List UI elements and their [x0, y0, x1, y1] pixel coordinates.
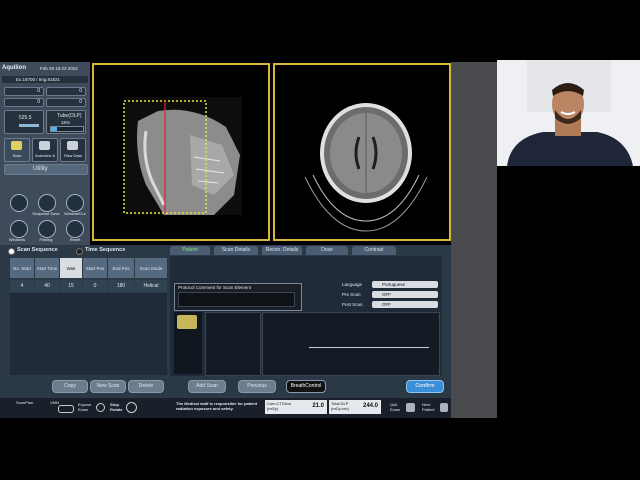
stop-icon	[126, 402, 137, 413]
cell-end-pos[interactable]: 180	[108, 280, 134, 292]
status-bar: ScanPlan VMN Expose Exam Stop Rotate The…	[0, 398, 451, 418]
counter-d[interactable]: 0	[46, 98, 86, 107]
left-control-panel: Aquilion Feb 29 15:23 2022 Ex.18700 / Im…	[0, 62, 90, 246]
sequence-table-body	[10, 293, 167, 375]
utility-button[interactable]: Utility	[4, 164, 88, 175]
responsibility-notice: The Medical staff is responsible for pat…	[176, 401, 258, 411]
pre-scan-dropdown[interactable]: OFF	[372, 291, 438, 298]
axial-viewport[interactable]	[273, 63, 451, 241]
copy-button[interactable]: Copy	[52, 380, 88, 393]
post-scan-dropdown[interactable]: OFF	[372, 301, 438, 308]
scan-icon	[11, 141, 22, 150]
kv-box: 525.5	[4, 110, 44, 134]
person-icon	[440, 403, 448, 412]
dlp-box: Total DLP (mGy·cm) 244.0	[329, 400, 381, 414]
counter-b[interactable]: 0	[46, 87, 86, 96]
reset-icon[interactable]	[66, 220, 84, 238]
tube-box: Tube(OLP) 18%	[46, 110, 86, 134]
cell-scan-mode[interactable]: Helical	[135, 280, 167, 292]
thumb-column-2	[205, 312, 261, 376]
add-scan-button[interactable]: Add Scan	[188, 380, 226, 393]
scan-button[interactable]: Scan	[4, 138, 30, 162]
ok-icon[interactable]	[177, 315, 197, 329]
pre-scan-label: Pre Scan	[342, 292, 361, 297]
cell-no[interactable]: 4	[10, 280, 34, 292]
sequence-radios: Scan Sequence Time Sequence	[8, 247, 168, 256]
quit-exam-button[interactable]: Quit Exam	[390, 402, 404, 412]
refresh-icon	[96, 403, 105, 412]
language-dropdown[interactable]: Portuguese	[372, 281, 438, 288]
film-icon[interactable]	[38, 220, 56, 238]
tab-patient[interactable]: Patient	[170, 246, 210, 255]
counter-c[interactable]: 0	[4, 98, 44, 107]
vmn-label[interactable]: VMN	[50, 400, 59, 405]
presenter-video	[497, 60, 640, 166]
next-patient-button[interactable]: Next Patient	[422, 402, 438, 412]
col-no-start: No. Start	[10, 258, 34, 278]
radio-scan-sequence[interactable]	[8, 248, 15, 255]
expose-exam-button[interactable]: Expose Exam	[78, 402, 98, 412]
col-end-pos: End Pos	[108, 258, 134, 278]
ctdi-box: Cum.CTDIvol (mGy) 21.0	[265, 400, 327, 414]
tab-recon-details[interactable]: Recon. Details	[262, 246, 302, 255]
tab-contrast[interactable]: Contrast	[352, 246, 396, 255]
datetime: Feb 29 15:23 2022	[40, 66, 78, 71]
camera-icon[interactable]	[38, 194, 56, 212]
col-scan-mode: Scan Mode	[135, 258, 167, 278]
cursor-icon[interactable]	[66, 194, 84, 212]
side-strip	[451, 62, 497, 418]
new-scan-button[interactable]: New Scan	[90, 380, 126, 393]
autoview-button[interactable]: Autoview &	[32, 138, 58, 162]
cell-wait[interactable]: 15	[60, 280, 82, 292]
axial-ct-image	[304, 103, 428, 232]
key-icon	[58, 405, 74, 413]
exit-icon	[406, 403, 415, 412]
counter-a[interactable]: 0	[4, 87, 44, 96]
rawdata-icon	[67, 141, 78, 150]
tab-dose[interactable]: Dose	[306, 246, 348, 255]
language-label: Language	[342, 282, 363, 287]
protocol-comment-box[interactable]: Protocol Comment for Scan Element	[174, 283, 302, 311]
delete-button[interactable]: Delete	[128, 380, 164, 393]
col-wait: Wait	[60, 258, 82, 278]
scanogram-image	[123, 97, 242, 215]
scanplan-label[interactable]: ScanPlan	[16, 400, 33, 405]
cell-start-time[interactable]: 40	[35, 280, 59, 292]
radio-time-sequence[interactable]	[76, 248, 83, 255]
post-scan-label: Post Scan	[342, 302, 363, 307]
confirm-button[interactable]: Confirm	[406, 380, 444, 393]
cell-start-pos[interactable]: 0	[83, 280, 107, 292]
tab-scan-details[interactable]: Scan Details	[214, 246, 258, 255]
col-start-time: Start Time	[35, 258, 59, 278]
windows-icon[interactable]	[10, 220, 28, 238]
window-level-icon[interactable]	[10, 194, 28, 212]
scanogram-viewport[interactable]	[92, 63, 270, 241]
col-start-pos: Start Pos	[83, 258, 107, 278]
study-line: Ex.18700 / Img.81821	[2, 76, 88, 83]
breath-graph	[262, 312, 440, 376]
previous-button[interactable]: Previous	[238, 380, 276, 393]
monitor-icon	[39, 141, 50, 150]
rawdata-button[interactable]: Raw Data	[60, 138, 86, 162]
utility-label: Utility	[33, 166, 48, 172]
breath-control-button[interactable]: BreathControl	[286, 380, 326, 393]
